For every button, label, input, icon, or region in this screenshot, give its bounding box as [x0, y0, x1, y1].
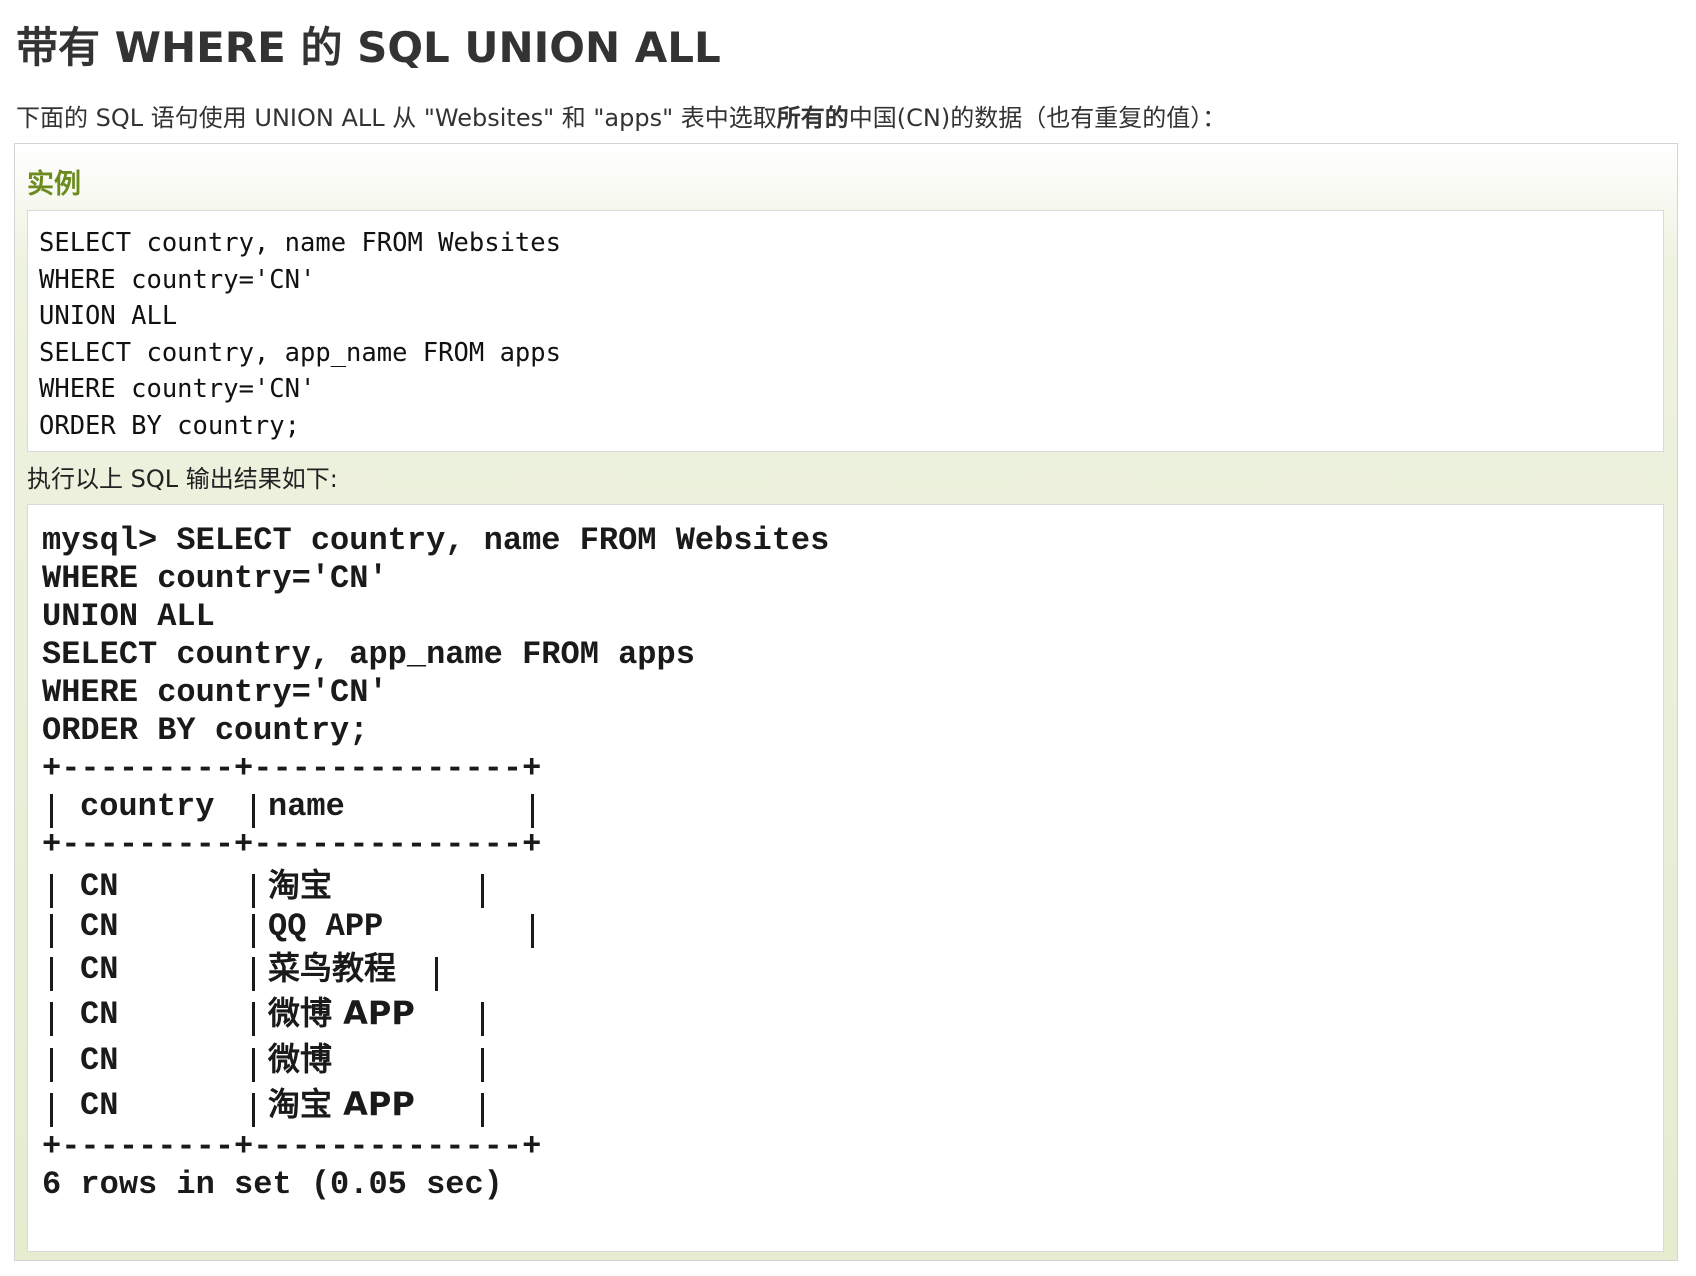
table-separator	[531, 794, 534, 828]
table-separator	[50, 914, 53, 948]
table-separator	[50, 794, 53, 828]
cell-country: CN	[80, 1087, 119, 1124]
query-line: UNION ALL	[42, 598, 215, 635]
table-separator	[252, 794, 255, 828]
table-separator	[252, 914, 255, 948]
example-title: 实例	[27, 169, 81, 200]
intro-text-before: 下面的 SQL 语句使用 UNION ALL 从 "Websites" 和 "a…	[16, 104, 777, 132]
code-line: WHERE country='CN'	[39, 264, 316, 295]
mysql-output-image: mysql> SELECT country, name FROM Website…	[42, 521, 1242, 1243]
table-separator	[252, 874, 255, 908]
intro-paragraph: 下面的 SQL 语句使用 UNION ALL 从 "Websites" 和 "a…	[16, 98, 1226, 133]
query-line: SELECT country, app_name FROM apps	[42, 636, 695, 673]
cell-name: 微博	[268, 1040, 333, 1078]
table-separator	[531, 914, 534, 948]
table-separator	[50, 957, 53, 991]
query-line: ORDER BY country;	[42, 712, 369, 749]
cell-country: CN	[80, 996, 119, 1033]
table-separator	[481, 1048, 484, 1082]
intro-text-after: 中国(CN)的数据（也有重复的值）：	[848, 104, 1227, 132]
query-line: mysql> SELECT country, name FROM Website…	[42, 522, 830, 559]
sql-code-block[interactable]: SELECT country, name FROM Websites WHERE…	[27, 210, 1664, 452]
table-separator	[50, 1002, 53, 1036]
table-separator	[252, 1093, 255, 1127]
cell-name: 淘宝 APP	[268, 1085, 415, 1123]
cell-country: CN	[80, 1042, 119, 1079]
intro-text-bold: 所有的	[776, 104, 849, 132]
result-label: 执行以上 SQL 输出结果如下:	[27, 465, 338, 493]
table-separator	[252, 957, 255, 991]
example-box: 实例 SELECT country, name FROM Websites WH…	[14, 143, 1678, 1261]
code-line: WHERE country='CN'	[39, 374, 316, 404]
table-header-name: name	[268, 788, 345, 825]
code-line: SELECT country, name FROM Websites	[39, 228, 561, 258]
code-line: UNION ALL	[39, 301, 178, 331]
table-separator	[252, 1002, 255, 1036]
query-line: WHERE country='CN'	[42, 674, 388, 711]
table-separator	[50, 1048, 53, 1082]
table-border-mid: +---------+--------------+	[42, 826, 542, 863]
cell-country: CN	[80, 908, 119, 945]
page-title: 带有 WHERE 的 SQL UNION ALL	[16, 23, 721, 72]
table-separator	[252, 1048, 255, 1082]
table-border-bottom: +---------+--------------+	[42, 1128, 542, 1165]
table-separator	[435, 957, 438, 991]
cell-name: QQ APP	[268, 908, 384, 945]
cell-name: 微博 APP	[268, 994, 415, 1032]
table-separator	[481, 874, 484, 908]
table-border-top: +---------+--------------+	[42, 750, 542, 787]
cell-name: 淘宝	[268, 866, 333, 904]
code-line: ORDER BY country;	[39, 410, 300, 441]
result-footer: 6 rows in set (0.05 sec)	[42, 1166, 503, 1203]
table-separator	[50, 874, 53, 908]
table-header-country: country	[80, 788, 215, 825]
cell-country: CN	[80, 868, 119, 905]
cell-country: CN	[80, 951, 119, 988]
code-line: SELECT country, app_name FROM apps	[39, 337, 561, 368]
table-separator	[50, 1093, 53, 1127]
table-separator	[481, 1002, 484, 1036]
cell-name: 菜鸟教程	[268, 949, 397, 987]
table-separator	[481, 1093, 484, 1127]
output-screenshot-box: mysql> SELECT country, name FROM Website…	[27, 504, 1664, 1252]
query-line: WHERE country='CN'	[42, 560, 388, 597]
